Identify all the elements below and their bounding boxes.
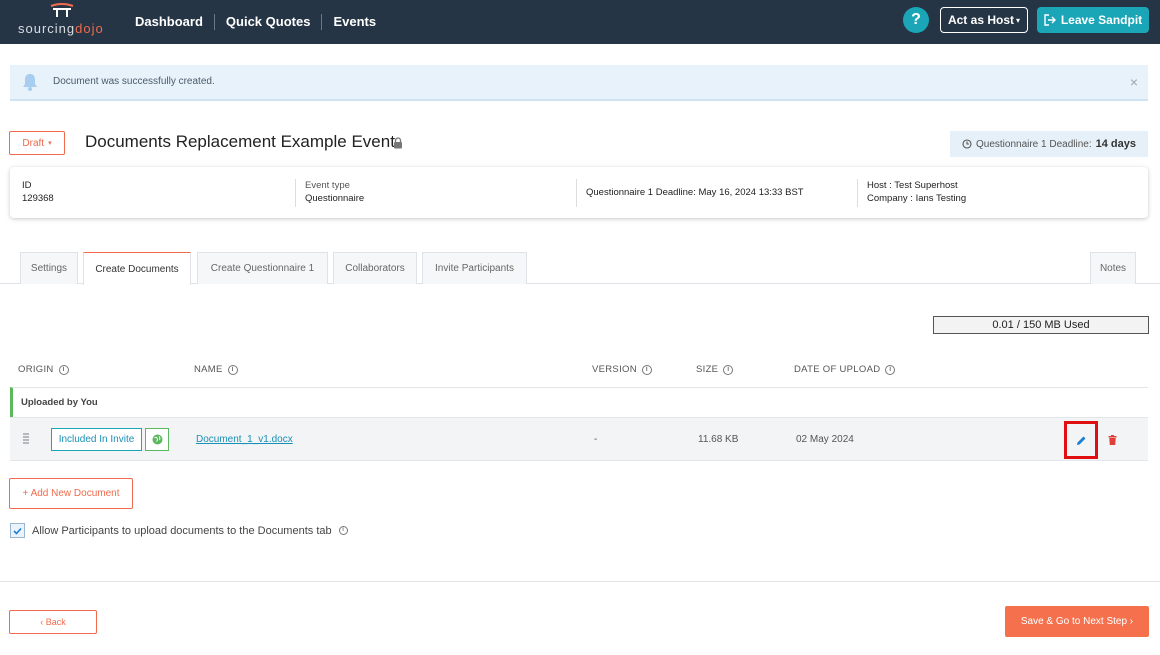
info-icon[interactable]: i bbox=[227, 364, 238, 375]
document-upload-date: 02 May 2024 bbox=[796, 434, 854, 445]
back-button[interactable]: ‹ Back bbox=[9, 610, 97, 634]
app-root: sourcingdojo Dashboard Quick Quotes Even… bbox=[0, 0, 1160, 655]
header-size: SIZE i bbox=[696, 364, 734, 375]
event-type-value: Questionnaire bbox=[305, 193, 365, 204]
logo-text: sourcingdojo bbox=[18, 21, 104, 36]
nav-events[interactable]: Events bbox=[321, 14, 387, 30]
pencil-icon bbox=[1076, 436, 1085, 445]
id-value: 129368 bbox=[22, 193, 54, 204]
act-as-host-dropdown[interactable]: Act as Host ▾ bbox=[940, 7, 1028, 33]
leave-sandpit-label: Leave Sandpit bbox=[1060, 13, 1143, 27]
company-name: Company : Ians Testing bbox=[867, 193, 967, 204]
header-date-label: DATE OF UPLOAD bbox=[794, 364, 881, 375]
top-navbar: sourcingdojo Dashboard Quick Quotes Even… bbox=[0, 0, 1160, 44]
act-as-host-label: Act as Host bbox=[947, 13, 1014, 27]
caret-down-icon: ▾ bbox=[48, 140, 52, 147]
document-name-link[interactable]: Document_1_v1.docx bbox=[196, 434, 293, 445]
edit-document-button[interactable] bbox=[1064, 421, 1098, 459]
header-origin-label: ORIGIN bbox=[18, 364, 54, 375]
footer-divider bbox=[0, 581, 1160, 582]
header-name: NAME i bbox=[194, 364, 238, 375]
tab-create-questionnaire[interactable]: Create Questionnaire 1 bbox=[197, 252, 328, 284]
alert-message: Document was successfully created. bbox=[53, 76, 215, 87]
tab-create-documents[interactable]: Create Documents bbox=[83, 252, 191, 285]
public-visibility-button[interactable] bbox=[145, 428, 169, 451]
checkmark-icon bbox=[13, 527, 22, 535]
question-icon: ? bbox=[911, 11, 921, 28]
event-type-block: Event type Questionnaire bbox=[295, 179, 573, 207]
group-label: Uploaded by You bbox=[21, 397, 98, 408]
document-size: 11.68 KB bbox=[698, 434, 739, 445]
nav-quick-quotes[interactable]: Quick Quotes bbox=[213, 14, 322, 30]
host-name: Host : Test Superhost bbox=[867, 180, 958, 191]
header-version: VERSION i bbox=[592, 364, 652, 375]
nav-links: Dashboard Quick Quotes Events bbox=[124, 0, 387, 44]
id-label: ID bbox=[22, 180, 32, 191]
document-version: - bbox=[594, 434, 598, 445]
delete-document-button[interactable] bbox=[1106, 433, 1118, 447]
globe-icon bbox=[152, 434, 162, 445]
trash-icon bbox=[1108, 435, 1116, 445]
info-icon[interactable]: i bbox=[641, 364, 652, 375]
allow-upload-checkbox[interactable] bbox=[10, 523, 25, 538]
event-id-block: ID 129368 bbox=[22, 179, 292, 207]
success-alert: Document was successfully created. × bbox=[10, 65, 1148, 101]
info-icon[interactable]: i bbox=[338, 526, 348, 535]
dojo-gate-icon bbox=[50, 3, 74, 17]
group-row-uploaded-by-you: Uploaded by You bbox=[10, 387, 1148, 417]
page-title: Documents Replacement Example Event bbox=[85, 132, 395, 151]
status-dropdown[interactable]: Draft ▾ bbox=[9, 131, 65, 155]
included-in-invite-badge[interactable]: Included In Invite bbox=[51, 428, 142, 451]
event-info-card: ID 129368 Event type Questionnaire Quest… bbox=[10, 167, 1148, 218]
status-label: Draft bbox=[22, 137, 45, 149]
deadline-badge: Questionnaire 1 Deadline: 14 days bbox=[950, 131, 1148, 157]
header-size-label: SIZE bbox=[696, 364, 719, 375]
header-origin: ORIGIN i bbox=[18, 364, 69, 375]
lock-icon bbox=[394, 137, 402, 149]
host-block: Host : Test Superhost Company : Ians Tes… bbox=[857, 179, 1137, 207]
allow-upload-label: Allow Participants to upload documents t… bbox=[32, 524, 332, 537]
tab-notes[interactable]: Notes bbox=[1090, 252, 1136, 284]
info-icon[interactable]: i bbox=[885, 364, 896, 375]
drag-handle-icon[interactable] bbox=[22, 432, 30, 446]
tab-settings[interactable]: Settings bbox=[20, 252, 78, 284]
help-button[interactable]: ? bbox=[903, 7, 929, 33]
nav-dashboard[interactable]: Dashboard bbox=[124, 14, 214, 30]
info-icon[interactable]: i bbox=[58, 364, 69, 375]
caret-down-icon: ▾ bbox=[1016, 15, 1021, 25]
deadline-label: Questionnaire 1 Deadline: bbox=[975, 138, 1092, 150]
bell-icon bbox=[23, 74, 37, 91]
storage-usage-bar: 0.01 / 150 MB Used bbox=[933, 316, 1149, 334]
exit-icon bbox=[1044, 14, 1056, 26]
header-date-of-upload: DATE OF UPLOAD i bbox=[794, 364, 896, 375]
deadline-value: 14 days bbox=[1095, 138, 1136, 150]
sourcingdojo-logo[interactable]: sourcingdojo bbox=[18, 3, 104, 39]
tab-invite-participants[interactable]: Invite Participants bbox=[422, 252, 527, 284]
add-new-document-button[interactable]: + Add New Document bbox=[9, 478, 133, 509]
clock-icon bbox=[962, 139, 972, 149]
event-tabs: Settings Create Documents Create Questio… bbox=[0, 252, 1160, 285]
leave-sandpit-button[interactable]: Leave Sandpit bbox=[1037, 7, 1149, 33]
allow-participant-upload-row: Allow Participants to upload documents t… bbox=[10, 523, 348, 538]
tab-collaborators[interactable]: Collaborators bbox=[333, 252, 417, 284]
questionnaire-deadline-block: Questionnaire 1 Deadline: May 16, 2024 1… bbox=[576, 179, 854, 207]
header-version-label: VERSION bbox=[592, 364, 637, 375]
questionnaire-deadline: Questionnaire 1 Deadline: May 16, 2024 1… bbox=[586, 187, 804, 198]
close-alert-icon[interactable]: × bbox=[1130, 74, 1138, 90]
info-icon[interactable]: i bbox=[723, 364, 734, 375]
event-type-label: Event type bbox=[305, 180, 350, 191]
header-name-label: NAME bbox=[194, 364, 223, 375]
table-row: Included In Invite Document_1_v1.docx - … bbox=[10, 417, 1148, 461]
save-and-next-button[interactable]: Save & Go to Next Step › bbox=[1005, 606, 1149, 637]
